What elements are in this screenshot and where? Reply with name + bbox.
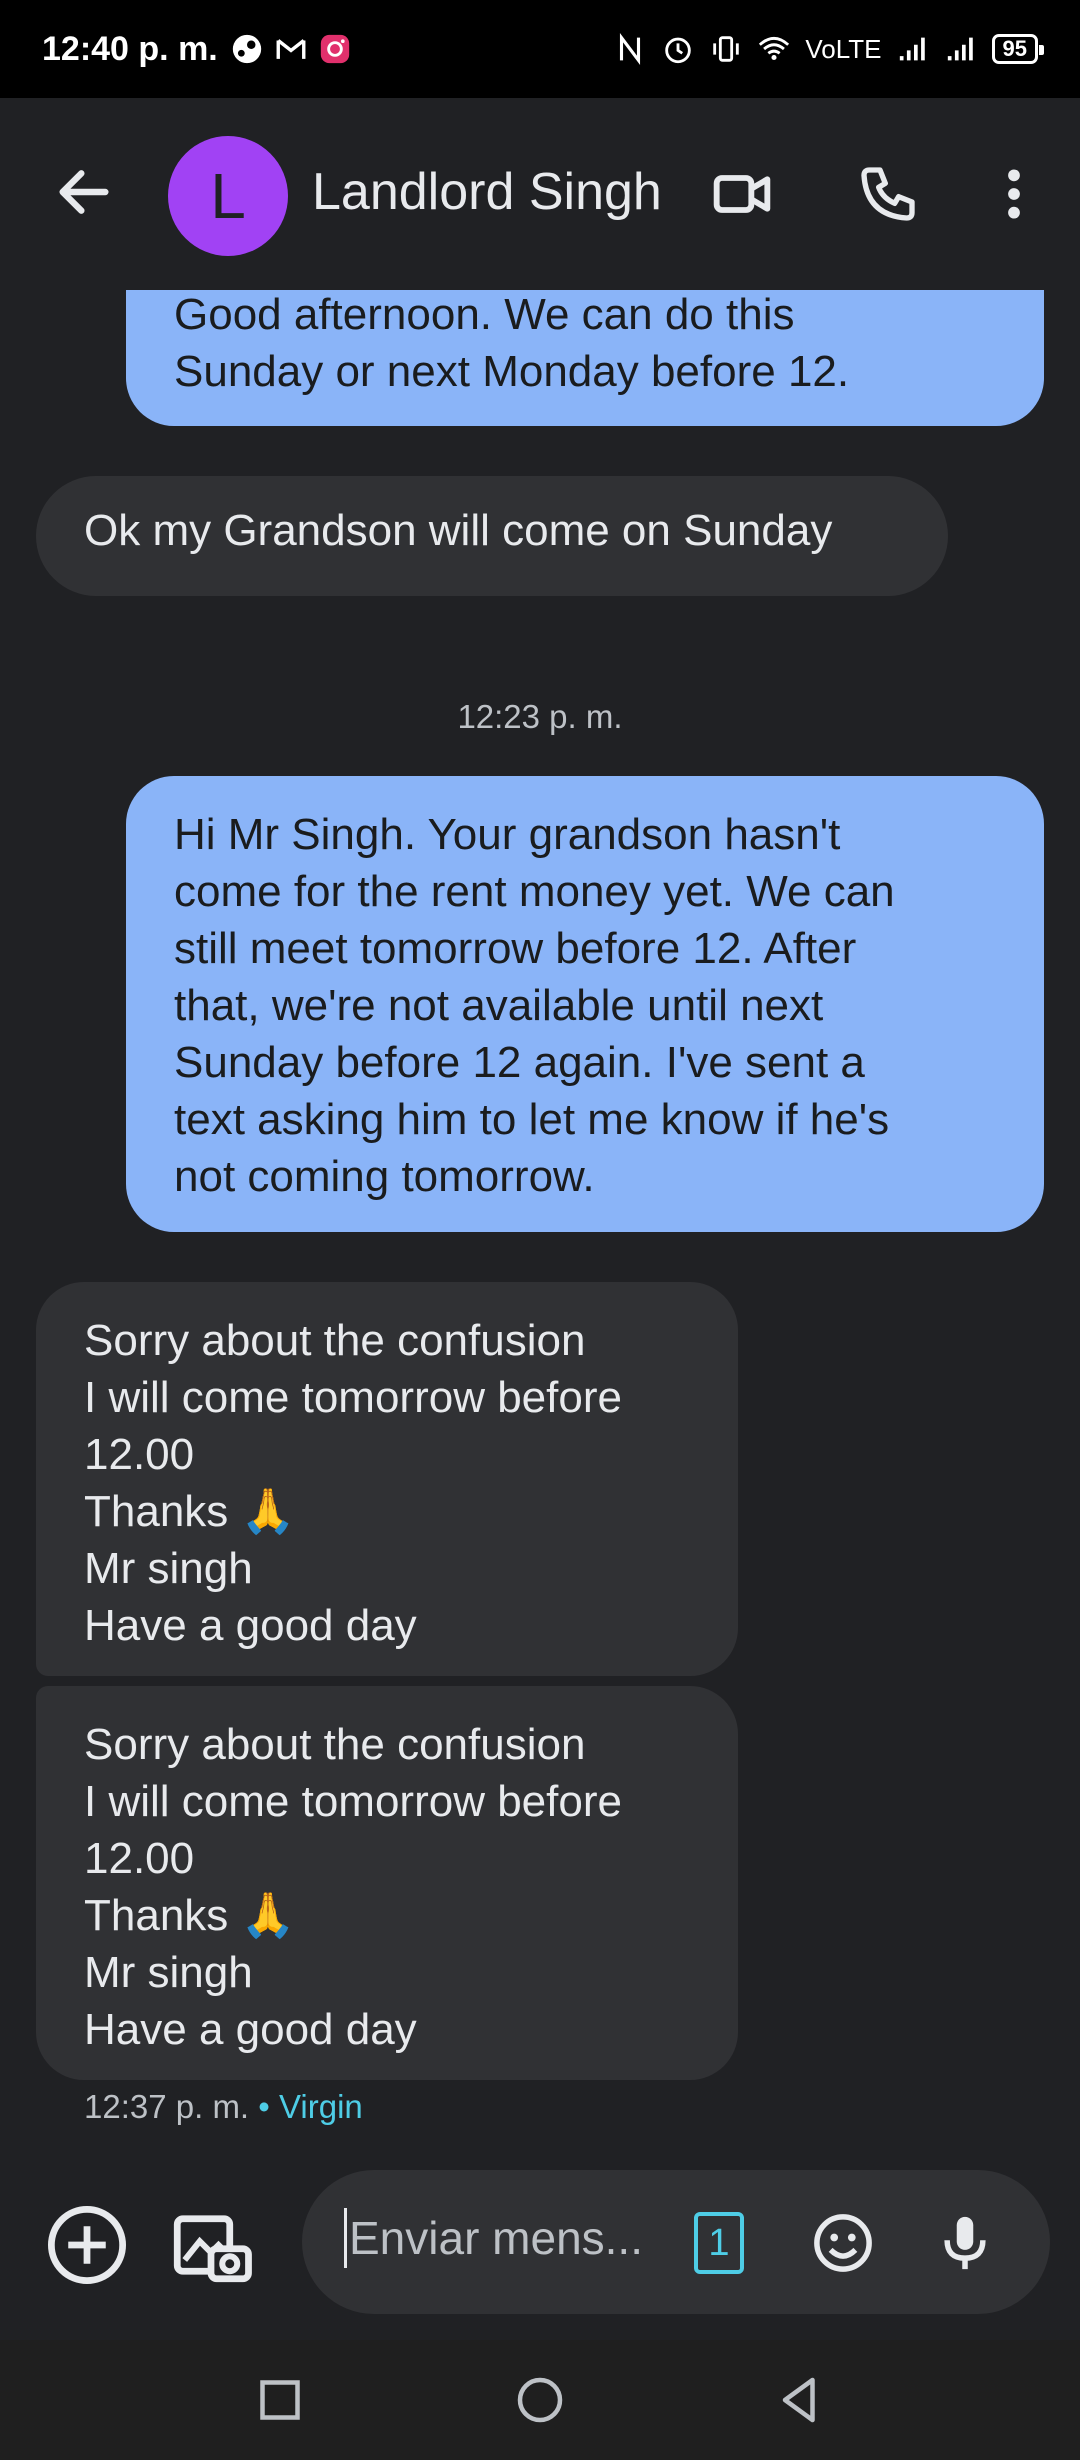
message-composer[interactable]: Enviar mens... 1 (302, 2170, 1050, 2314)
alarm-icon (665, 37, 692, 64)
message-line: Good afternoon. We can do this (174, 290, 795, 339)
incoming-message[interactable]: Ok my Grandson will come on Sunday (36, 476, 948, 596)
contact-name[interactable]: Landlord Singh (312, 162, 662, 222)
back-arrow-icon[interactable] (52, 160, 116, 224)
steam-icon (232, 34, 261, 64)
message-line: Sunday before 12 again. I've sent a (174, 1038, 865, 1087)
status-bar: 12:40 p. m. VoLTE 95 (0, 0, 1080, 98)
video-call-icon[interactable] (710, 162, 774, 226)
vibrate-icon (713, 36, 740, 62)
incoming-message[interactable]: Sorry about the confusion I will come to… (36, 1282, 738, 1676)
message-line: Have a good day (84, 1601, 417, 1650)
message-line: Ok my Grandson will come on Sunday (84, 506, 833, 555)
message-line: Have a good day (84, 2005, 417, 2054)
outgoing-message[interactable]: Hi Mr Singh. Your grandson hasn't come f… (126, 776, 1044, 1232)
message-line: text asking him to let me know if he's (174, 1095, 890, 1144)
microphone-icon[interactable] (932, 2210, 998, 2276)
message-line: come for the rent money yet. We can (174, 867, 895, 916)
status-time: 12:40 p. m. (42, 29, 218, 68)
network-type: VoLTE (805, 33, 882, 64)
message-meta: 12:37 p. m. • Virgin (84, 2088, 363, 2126)
meta-separator: • (258, 2088, 270, 2125)
message-line: 12.00 (84, 1430, 195, 1479)
contact-avatar[interactable]: L (168, 136, 288, 256)
message-line: not coming tomorrow. (174, 1152, 595, 1201)
message-line: I will come tomorrow before (84, 1373, 622, 1422)
message-line: that, we're not available until next (174, 981, 824, 1030)
emoji-icon[interactable] (810, 2210, 876, 2276)
incoming-message[interactable]: Sorry about the confusion I will come to… (36, 1686, 738, 2080)
more-options-icon[interactable] (982, 162, 1046, 226)
nfc-icon (620, 32, 641, 66)
wifi-icon (759, 36, 790, 61)
notification-icons (230, 32, 352, 66)
message-line: Hi Mr Singh. Your grandson hasn't (174, 810, 841, 859)
message-input[interactable]: Enviar mens... (344, 2208, 643, 2268)
signal-icon-2 (947, 37, 973, 61)
sim-selector[interactable]: 1 (694, 2212, 744, 2274)
instagram-icon (320, 34, 349, 64)
time-divider: 12:23 p. m. (457, 698, 623, 735)
system-navigation-bar (0, 2340, 1080, 2460)
message-line: still meet tomorrow before 12. After (174, 924, 857, 973)
phone-call-icon[interactable] (856, 162, 920, 226)
message-line: Sorry about the confusion (84, 1316, 586, 1365)
message-line: Mr singh (84, 1544, 253, 1593)
signal-icon (899, 37, 925, 61)
message-line: Thanks 🙏 (84, 1891, 296, 1940)
battery-level: 95 (991, 34, 1045, 64)
message-line: Sunday or next Monday before 12. (174, 347, 850, 396)
message-line: I will come tomorrow before (84, 1777, 622, 1826)
message-line: Thanks 🙏 (84, 1487, 296, 1536)
outgoing-message[interactable]: Good afternoon. We can do this Sunday or… (126, 290, 1044, 426)
message-line: Sorry about the confusion (84, 1720, 586, 1769)
recents-square-icon[interactable] (250, 2370, 310, 2430)
message-line: 12.00 (84, 1834, 195, 1883)
message-time: 12:37 p. m. (84, 2088, 250, 2125)
message-line: Mr singh (84, 1948, 253, 1997)
status-indicators: VoLTE 95 (613, 32, 1045, 66)
conversation-header: L Landlord Singh (0, 98, 1080, 290)
back-triangle-icon[interactable] (770, 2370, 830, 2430)
add-attachment-icon[interactable] (42, 2200, 132, 2290)
home-circle-icon[interactable] (510, 2370, 570, 2430)
gmail-icon (276, 39, 306, 59)
carrier-label: Virgin (279, 2088, 363, 2125)
gallery-icon[interactable] (166, 2200, 256, 2290)
